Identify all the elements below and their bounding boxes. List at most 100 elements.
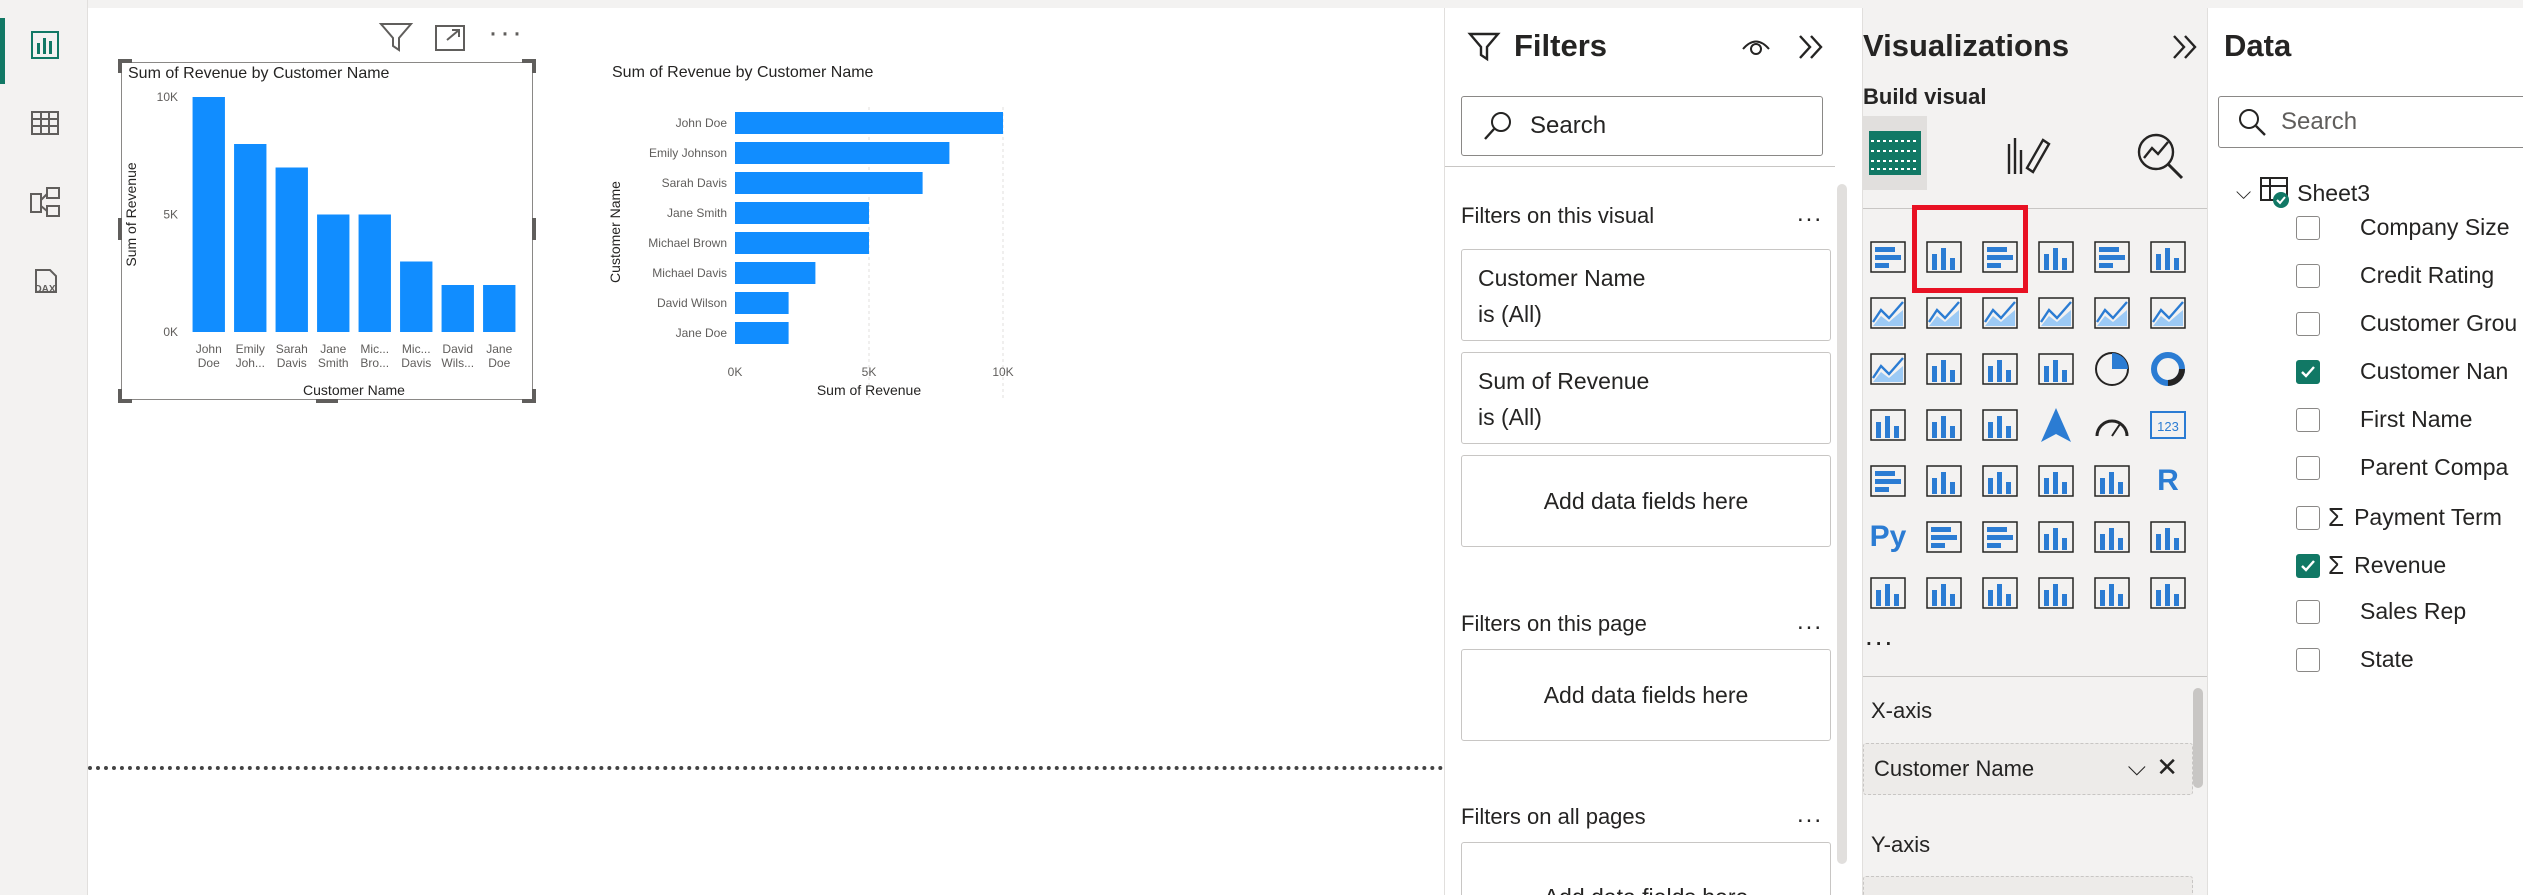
resize-handle[interactable] xyxy=(522,389,536,403)
field-checkbox[interactable] xyxy=(2296,215,2320,240)
bar[interactable] xyxy=(735,232,869,254)
column-bar[interactable] xyxy=(317,214,350,333)
more-options-icon[interactable]: ... xyxy=(1797,608,1823,636)
report-view-icon[interactable] xyxy=(26,26,64,64)
field-item[interactable]: Parent Compa xyxy=(2296,454,2508,481)
waterfall-chart-icon[interactable] xyxy=(1923,348,1965,390)
slicer-icon[interactable] xyxy=(1979,460,2021,502)
column-chart-visual[interactable]: Sum of Revenue by Customer Name 0K 5K 10K J… xyxy=(118,59,536,403)
column-bar[interactable] xyxy=(483,285,516,332)
column-bar[interactable] xyxy=(358,214,391,333)
resize-handle[interactable] xyxy=(532,218,536,240)
more-options-icon[interactable]: ... xyxy=(1797,200,1823,228)
add-data-fields-drop-zone[interactable]: Add data fields here xyxy=(1461,455,1831,547)
data-search-input[interactable]: Search xyxy=(2218,96,2523,148)
field-item[interactable]: Company Size xyxy=(2296,214,2510,241)
bar[interactable] xyxy=(735,112,1003,134)
bar[interactable] xyxy=(735,202,869,224)
power-apps-icon[interactable] xyxy=(2035,572,2077,614)
pie-chart-icon[interactable] xyxy=(2091,348,2133,390)
field-checkbox[interactable] xyxy=(2296,599,2320,624)
qa-icon[interactable] xyxy=(2035,516,2077,558)
visualizations-scrollbar[interactable] xyxy=(2193,688,2203,788)
column-bar[interactable] xyxy=(441,285,474,332)
field-item[interactable]: Customer Nan xyxy=(2296,358,2508,385)
bar-chart-visual[interactable]: Sum of Revenue by Customer Name 0K 5K 10K J… xyxy=(600,62,1040,402)
chevron-down-icon[interactable]: ⌵ xyxy=(2236,182,2251,205)
field-checkbox[interactable] xyxy=(2296,263,2320,288)
field-item[interactable]: State xyxy=(2296,646,2414,673)
resize-handle[interactable] xyxy=(316,399,338,403)
bar[interactable] xyxy=(735,322,789,344)
more-options-icon[interactable]: ··· xyxy=(488,18,528,52)
column-bar[interactable] xyxy=(192,97,225,332)
r-visual-icon[interactable]: R xyxy=(2147,460,2189,502)
chevron-down-icon[interactable]: ⌵ xyxy=(2128,754,2146,782)
field-item[interactable]: Sales Rep xyxy=(2296,598,2466,625)
line-and-clustered-column-icon[interactable] xyxy=(2147,292,2189,334)
key-influencers-icon[interactable] xyxy=(1923,516,1965,558)
field-checkbox[interactable] xyxy=(2296,505,2320,530)
donut-chart-icon[interactable] xyxy=(2147,348,2189,390)
field-item[interactable]: Customer Grou xyxy=(2296,310,2517,337)
area-chart-icon[interactable] xyxy=(1923,292,1965,334)
bar[interactable] xyxy=(735,142,950,164)
bar[interactable] xyxy=(735,262,816,284)
stacked-area-chart-icon[interactable] xyxy=(1979,292,2021,334)
dax-query-icon[interactable]: DAX xyxy=(26,262,64,300)
table-node-sheet3[interactable]: ⌵ Sheet3 xyxy=(2236,176,2370,210)
collapse-filters-icon[interactable] xyxy=(1795,32,1827,62)
paginated-report-icon[interactable] xyxy=(1867,572,1909,614)
analytics-icon[interactable] xyxy=(2134,130,2186,182)
table-icon[interactable] xyxy=(2035,460,2077,502)
decomposition-tree-icon[interactable] xyxy=(1979,516,2021,558)
100-stacked-area-chart-icon[interactable] xyxy=(2035,292,2077,334)
100-stacked-column-chart-icon[interactable] xyxy=(2147,236,2189,278)
stacked-bar-chart-icon[interactable] xyxy=(1867,236,1909,278)
clustered-column-chart-icon[interactable] xyxy=(2035,236,2077,278)
field-checkbox[interactable] xyxy=(2296,407,2320,432)
y-axis-field-well[interactable] xyxy=(1863,876,2193,895)
field-checkbox[interactable] xyxy=(2296,455,2320,480)
more-visuals-icon[interactable]: ... xyxy=(1865,620,1894,652)
matrix-icon[interactable] xyxy=(2091,460,2133,502)
azure-map-icon[interactable] xyxy=(2035,404,2077,446)
filter-icon[interactable] xyxy=(378,20,418,56)
field-checkbox[interactable] xyxy=(2296,647,2320,672)
resize-handle[interactable] xyxy=(522,59,536,73)
card-new-icon[interactable] xyxy=(1923,572,1965,614)
resize-handle[interactable] xyxy=(118,59,132,73)
build-visual-tab[interactable] xyxy=(1863,116,1927,190)
line-and-stacked-column-icon[interactable] xyxy=(2091,292,2133,334)
filled-map-icon[interactable] xyxy=(1979,404,2021,446)
line-chart-icon[interactable] xyxy=(1867,292,1909,334)
filters-search-input[interactable]: Search xyxy=(1461,96,1823,156)
python-visual-icon[interactable]: Py xyxy=(1867,516,1909,558)
map-icon[interactable] xyxy=(1923,404,1965,446)
table-view-icon[interactable] xyxy=(26,104,64,142)
multi-row-card-icon[interactable] xyxy=(1867,460,1909,502)
model-view-icon[interactable] xyxy=(26,184,64,222)
eye-icon[interactable] xyxy=(1741,34,1771,60)
add-data-fields-drop-zone[interactable]: Add data fields here xyxy=(1461,842,1831,895)
field-item[interactable]: Σ Payment Term xyxy=(2296,502,2502,533)
x-axis-field-well[interactable]: Customer Name ⌵ ✕ xyxy=(1863,743,2193,795)
column-bar[interactable] xyxy=(400,261,433,333)
more-options-icon[interactable]: ... xyxy=(1797,801,1823,829)
column-bar[interactable] xyxy=(275,167,308,333)
field-checkbox[interactable] xyxy=(2296,359,2320,384)
metrics-icon[interactable] xyxy=(2147,516,2189,558)
column-bar[interactable] xyxy=(234,144,267,332)
format-visual-icon[interactable] xyxy=(2003,130,2051,180)
field-item[interactable]: First Name xyxy=(2296,406,2472,433)
bar[interactable] xyxy=(735,172,923,194)
100-stacked-bar-chart-icon[interactable] xyxy=(2091,236,2133,278)
field-item[interactable]: Credit Rating xyxy=(2296,262,2494,289)
scatter-chart-icon[interactable] xyxy=(2035,348,2077,390)
more-visual-icon[interactable] xyxy=(2147,572,2189,614)
field-item[interactable]: Σ Revenue xyxy=(2296,550,2446,581)
azure-ml-icon[interactable] xyxy=(2091,572,2133,614)
gauge-icon[interactable] xyxy=(2091,404,2133,446)
ribbon-chart-icon[interactable] xyxy=(1867,348,1909,390)
card-icon[interactable]: 123 xyxy=(2147,404,2189,446)
